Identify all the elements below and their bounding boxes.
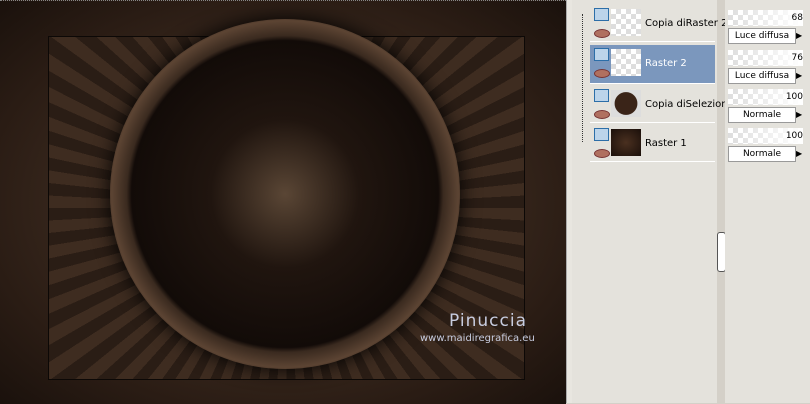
layer-row[interactable]: Copia diSelezione xyxy=(590,86,734,123)
blend-mode-select[interactable]: Normale xyxy=(728,146,796,162)
layer-thumbnail xyxy=(611,49,641,76)
layer-type-icon xyxy=(594,48,609,61)
layer-thumbnail xyxy=(611,9,641,36)
visibility-eye-icon[interactable] xyxy=(594,110,610,119)
opacity-slider[interactable]: 100 xyxy=(728,128,803,144)
layer-name: Copia diSelezione xyxy=(645,99,734,110)
visibility-eye-icon[interactable] xyxy=(594,29,610,38)
dropdown-arrow-icon[interactable]: ▶ xyxy=(796,107,806,123)
image-canvas[interactable]: Pinuccia www.maidiregrafica.eu xyxy=(0,0,566,404)
dropdown-arrow-icon[interactable]: ▶ xyxy=(796,146,806,162)
layer-row[interactable]: Raster 1 xyxy=(590,125,715,162)
layer-type-icon xyxy=(594,89,609,102)
layer-name: Raster 1 xyxy=(645,138,687,149)
layers-panel: Copia diRaster 2 Raster 2 Copia diSelezi… xyxy=(572,0,734,403)
layer-props-2: 100 Normale ▶ xyxy=(728,87,808,125)
watermark-url: www.maidiregrafica.eu xyxy=(420,333,535,344)
layer-thumbnail xyxy=(611,90,641,117)
layer-type-icon xyxy=(594,128,609,141)
blend-mode-select[interactable]: Luce diffusa xyxy=(728,28,796,44)
watermark-name: Pinuccia xyxy=(449,311,527,331)
blend-mode-select[interactable]: Normale xyxy=(728,107,796,123)
layer-thumbnail xyxy=(611,129,641,156)
layer-type-icon xyxy=(594,8,609,21)
opacity-slider[interactable]: 100 xyxy=(728,89,803,105)
dropdown-arrow-icon[interactable]: ▶ xyxy=(796,28,806,44)
layer-name: Raster 2 xyxy=(645,58,687,69)
layer-props-0: 68 Luce diffusa ▶ xyxy=(728,8,808,46)
blend-mode-select[interactable]: Luce diffusa xyxy=(728,68,796,84)
layer-row-selected[interactable]: Raster 2 xyxy=(590,45,715,84)
dropdown-arrow-icon[interactable]: ▶ xyxy=(796,68,806,84)
layer-props-3: 100 Normale ▶ xyxy=(728,126,808,164)
layer-row[interactable]: Copia diRaster 2 xyxy=(590,5,727,42)
layer-props-1: 76 Luce diffusa ▶ xyxy=(728,48,808,86)
opacity-slider[interactable]: 76 xyxy=(728,50,803,66)
circle-ornament xyxy=(110,19,460,369)
visibility-eye-icon[interactable] xyxy=(594,149,610,158)
group-tree-line xyxy=(582,14,589,142)
layer-name: Copia diRaster 2 xyxy=(645,18,728,29)
layer-properties-panel: 68 Luce diffusa ▶ 76 Luce diffusa ▶ 100 … xyxy=(725,0,810,403)
visibility-eye-icon[interactable] xyxy=(594,69,610,78)
opacity-slider[interactable]: 68 xyxy=(728,10,803,26)
